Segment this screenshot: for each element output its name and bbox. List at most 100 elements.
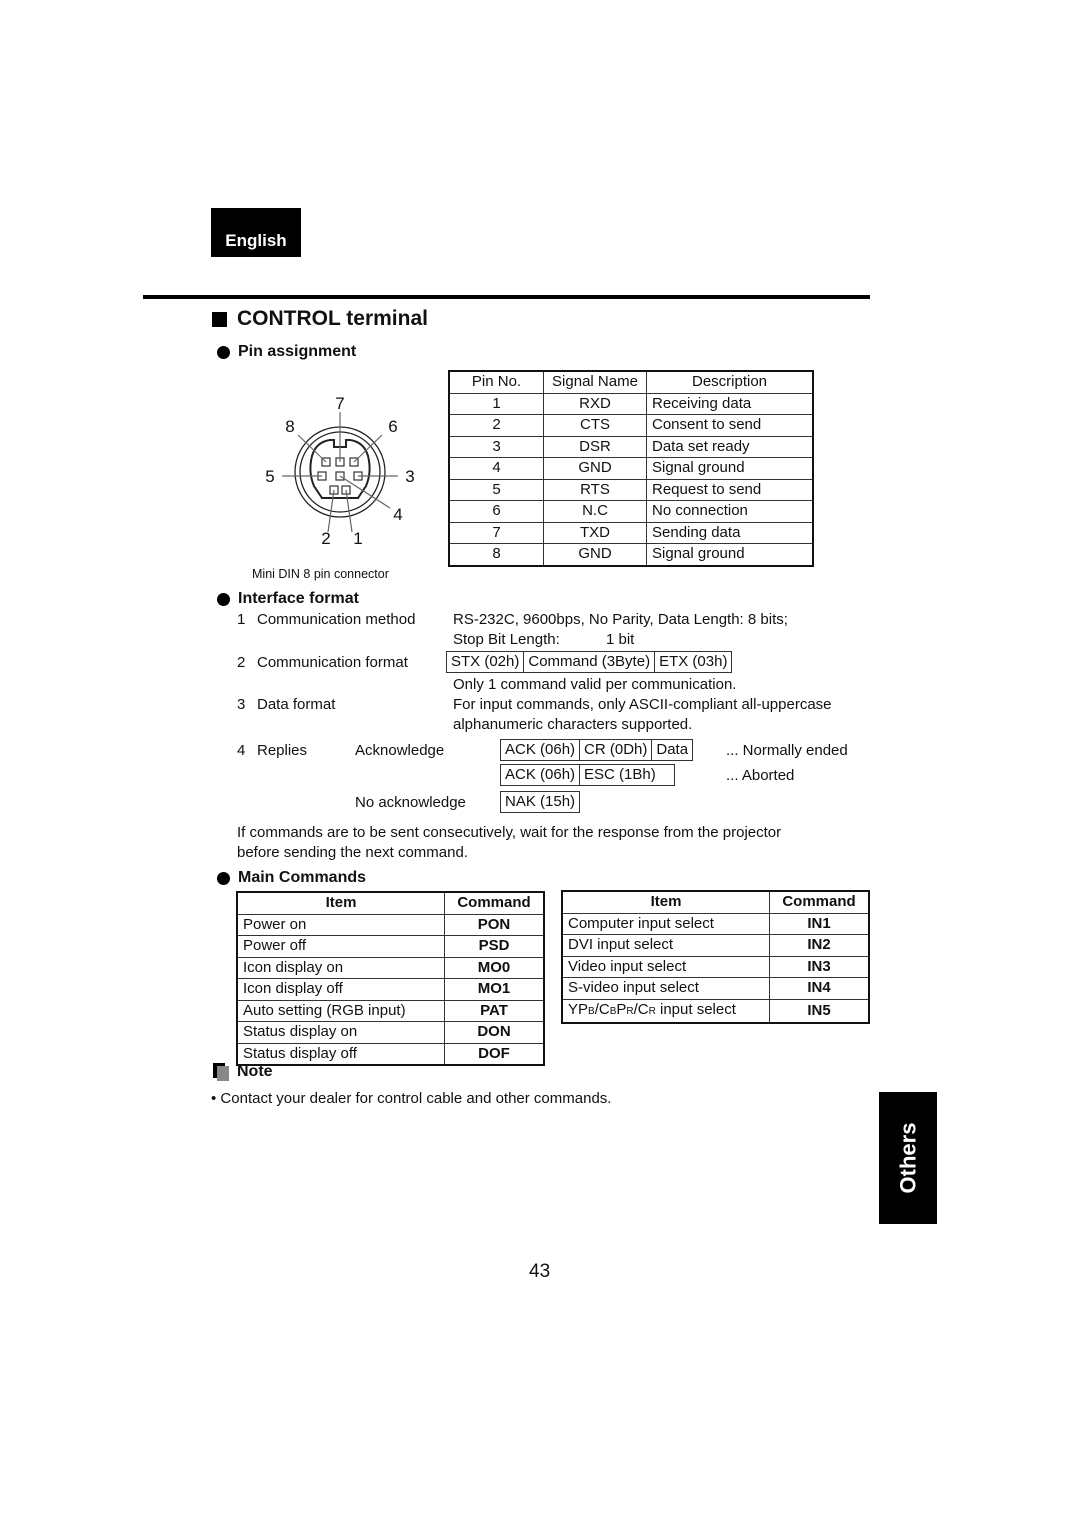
ack-normal-result: ... Normally ended [726, 742, 848, 759]
table-cell: CTS [543, 414, 647, 437]
bullet-icon [217, 592, 230, 606]
pin-table-row: 7 TXD Sending data [448, 521, 814, 544]
table-cell: IN2 [769, 934, 870, 957]
command-row: YPB/CBPR/CR input select IN5 [561, 998, 870, 1023]
table-cell: Consent to send [646, 414, 814, 437]
table-cell: Sending data [646, 521, 814, 544]
frame-cr: CR (0Dh) [580, 740, 653, 760]
table-cell: MO1 [444, 978, 545, 1001]
consecutive-note-line-1: If commands are to be sent consecutively… [237, 824, 782, 841]
if-item-2-label: Communication format [257, 654, 408, 671]
table-cell: 8 [448, 543, 544, 566]
table-cell: 4 [448, 457, 544, 480]
table-cell: Signal ground [646, 457, 814, 480]
command-row: Video input select IN3 [561, 955, 870, 978]
if-item-2-note: Only 1 command valid per communication. [453, 676, 737, 693]
table-cell: 3 [448, 435, 544, 458]
table-cell: S-video input select [561, 977, 770, 1000]
command-row: Power on PON [236, 913, 545, 936]
table-cell: MO0 [444, 956, 545, 979]
table-cell: PAT [444, 999, 545, 1022]
table-cell: Status display off [236, 1042, 445, 1066]
interface-format-heading: Interface format [217, 590, 359, 608]
if-item-1-num: 1 [237, 611, 246, 628]
table-cell: DVI input select [561, 934, 770, 957]
command-row: Auto setting (RGB input) PAT [236, 999, 545, 1022]
frame-data: Data [656, 741, 689, 758]
table-cell: Power off [236, 935, 445, 958]
if-item-3-label: Data format [257, 696, 336, 713]
table-header-row: Item Command [236, 891, 545, 915]
pin-table-row: 2 CTS Consent to send [448, 414, 814, 437]
command-row: Power off PSD [236, 935, 545, 958]
frame-esc: ESC (1Bh) [584, 766, 656, 783]
table-cell: Auto setting (RGB input) [236, 999, 445, 1022]
table-cell: 6 [448, 500, 544, 523]
if-item-1-value: RS-232C, 9600bps, No Parity, Data Length… [453, 611, 788, 628]
table-cell: Video input select [561, 955, 770, 978]
command-row: Status display off DOF [236, 1042, 545, 1066]
command-row: Icon display off MO1 [236, 978, 545, 1001]
frame-command: Command (3Byte) [524, 652, 656, 672]
pin-label-2: 2 [321, 529, 330, 548]
section-divider [143, 295, 870, 299]
pin-label-5: 5 [265, 467, 274, 486]
nak-frame: NAK (15h) [500, 791, 581, 813]
if-item-2-num: 2 [237, 654, 246, 671]
frame-nak: NAK (15h) [505, 793, 576, 810]
stop-bit-value: 1 bit [606, 631, 635, 648]
stop-bit-label: Stop Bit Length: [453, 631, 560, 648]
table-cell: Icon display off [236, 978, 445, 1001]
bullet-icon [217, 871, 230, 885]
language-tab: English [211, 208, 301, 257]
if-item-3-line-1: For input commands, only ASCII-compliant… [453, 696, 832, 713]
pin-table-row: 8 GND Signal ground [448, 543, 814, 566]
table-cell: IN4 [769, 977, 870, 1000]
table-cell: IN5 [769, 998, 870, 1023]
mini-din-connector-diagram: 7 8 6 5 3 4 2 1 [265, 394, 414, 548]
connector-caption: Mini DIN 8 pin connector [252, 567, 389, 581]
table-header-row: Pin No. Signal Name Description [448, 370, 814, 394]
frame-stx: STX (02h) [447, 652, 525, 672]
ack-abort-result: ... Aborted [726, 767, 795, 784]
pin-label-4: 4 [393, 505, 402, 524]
if-item-3-num: 3 [237, 696, 246, 713]
page-number: 43 [529, 1261, 551, 1282]
main-commands-heading: Main Commands [217, 869, 366, 887]
table-cell: 5 [448, 478, 544, 501]
if-item-4-label: Replies [257, 742, 308, 759]
table-cell: TXD [543, 521, 647, 544]
table-cell: Status display on [236, 1021, 445, 1044]
table-cell: 7 [448, 521, 544, 544]
frame-ack: ACK (06h) [501, 765, 581, 785]
table-cell: Request to send [646, 478, 814, 501]
square-bullet-icon [212, 311, 227, 327]
communication-format-frame: STX (02h) Command (3Byte) ETX (03h) [446, 651, 733, 673]
table-cell: No connection [646, 500, 814, 523]
table-cell: RXD [543, 392, 647, 415]
table-cell: IN3 [769, 955, 870, 978]
ack-abort-frame: ACK (06h) ESC (1Bh) [500, 764, 675, 786]
table-cell: Data set ready [646, 435, 814, 458]
table-cell: DSR [543, 435, 647, 458]
pin-table-row: 1 RXD Receiving data [448, 392, 814, 415]
command-row: S-video input select IN4 [561, 977, 870, 1000]
table-cell: PON [444, 913, 545, 936]
acknowledge-label: Acknowledge [355, 742, 445, 759]
table-cell: DON [444, 1021, 545, 1044]
note-icon [213, 1063, 229, 1081]
others-side-tab: Others [879, 1092, 937, 1224]
table-cell: IN1 [769, 912, 870, 935]
main-commands-table-left: Item Command Power on PON Power off PSD Icon… [236, 891, 545, 1066]
table-cell: 2 [448, 414, 544, 437]
table-cell: DOF [444, 1042, 545, 1066]
pin-label-7: 7 [335, 394, 344, 413]
pin-table-row: 6 N.C No connection [448, 500, 814, 523]
pin-assignment-heading: Pin assignment [217, 343, 356, 361]
command-row: Status display on DON [236, 1021, 545, 1044]
table-cell: RTS [543, 478, 647, 501]
table-cell: Signal ground [646, 543, 814, 566]
pin-table-row: 3 DSR Data set ready [448, 435, 814, 458]
main-commands-table-right: Item Command Computer input select IN1 DVI… [561, 890, 870, 1024]
pin-label-8: 8 [285, 417, 294, 436]
